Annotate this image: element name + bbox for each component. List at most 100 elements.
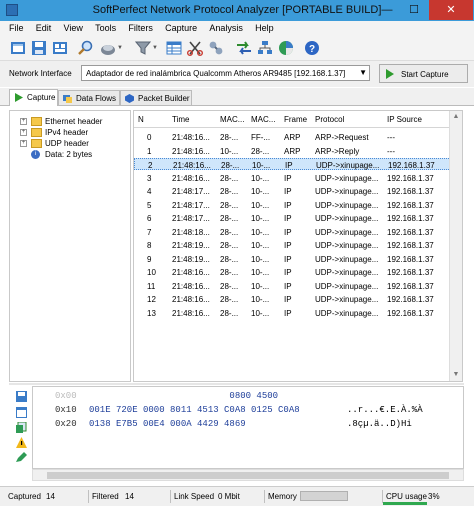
warning-icon[interactable] — [16, 437, 27, 448]
splitter[interactable] — [9, 383, 464, 385]
cell-n: 13 — [147, 308, 156, 318]
print-icon[interactable] — [100, 40, 116, 56]
table-icon[interactable] — [166, 40, 182, 56]
table-row[interactable]: 3 21:48:16... 28-... 10-... IP UDP->xinupage.… — [134, 172, 451, 184]
column-header-protocol[interactable]: Protocol — [315, 115, 344, 124]
scroll-up-icon[interactable]: ▲ — [450, 111, 462, 123]
column-header-ip-source[interactable]: IP Source — [387, 115, 422, 124]
menu-analysis[interactable]: Analysis — [204, 21, 248, 33]
cell-protocol: ARP->Reply — [315, 146, 360, 156]
memory-label: Memory — [268, 492, 297, 501]
table-row[interactable]: 0 21:48:16... 28-... FF-... ARP ARP->Request -… — [134, 131, 451, 143]
menu-capture[interactable]: Capture — [160, 21, 202, 33]
cell-mac1: 28-... — [220, 187, 239, 196]
help-icon[interactable]: ? — [304, 40, 320, 56]
menu-tools[interactable]: Tools — [90, 21, 121, 33]
cut-icon[interactable] — [187, 40, 203, 56]
table-header: N Time MAC... MAC... Frame Protocol IP S… — [134, 111, 462, 128]
scroll-thumb[interactable] — [47, 472, 449, 479]
cell-mac1: 28-... — [221, 161, 240, 170]
maximize-button[interactable]: ☐ — [401, 0, 427, 20]
menu-view[interactable]: View — [59, 21, 88, 33]
table-row[interactable]: 7 21:48:18... 28-... 10-... IP UDP->xinupage.… — [134, 226, 451, 238]
cell-protocol: UDP->xinupage... — [315, 308, 379, 318]
cell-frame: IP — [284, 200, 292, 210]
tree-item-label: Ethernet header — [45, 117, 103, 126]
table-row[interactable]: 1 21:48:16... 10-... 28-... ARP ARP->Reply --- — [134, 145, 451, 157]
data-flow-icon[interactable] — [236, 40, 252, 56]
table-row[interactable]: 4 21:48:17... 28-... 10-... IP UDP->xinupage.… — [134, 185, 451, 197]
cell-frame: IP — [284, 227, 292, 237]
open-icon[interactable] — [10, 40, 26, 56]
tab-data-flows[interactable]: Data Flows — [58, 90, 120, 105]
cell-protocol: UDP->xinupage... — [315, 200, 379, 210]
expand-icon[interactable]: + — [20, 129, 27, 136]
filter-dropdown-icon[interactable]: ▼ — [152, 45, 158, 51]
hex-dump-pane[interactable]: 0x00 0800 4500 0x10 001E 720E 0000 8011 … — [32, 386, 464, 469]
menu-file[interactable]: File — [0, 21, 29, 33]
tab-packet-builder[interactable]: Packet Builder — [120, 90, 192, 105]
tree-item-label: UDP header — [45, 139, 89, 148]
horizontal-scrollbar[interactable] — [32, 469, 464, 481]
tab-bar: Capture Data Flows Packet Builder — [0, 88, 474, 106]
table-row[interactable]: 2 21:48:16... 28-... 10-... IP UDP->xinupage.… — [134, 158, 451, 170]
print-dropdown-icon[interactable]: ▼ — [117, 45, 123, 51]
captured-label: Captured — [8, 492, 41, 501]
cell-protocol: UDP->xinupage... — [316, 161, 380, 170]
cell-mac2: 10-... — [251, 308, 270, 318]
start-capture-button[interactable]: Start Capture — [379, 64, 468, 83]
column-header-mac-dst[interactable]: MAC... — [251, 115, 275, 124]
expand-icon[interactable]: + — [20, 118, 27, 125]
vertical-scrollbar[interactable]: ▲ ▼ — [449, 111, 462, 381]
packet-table: N Time MAC... MAC... Frame Protocol IP S… — [133, 110, 463, 382]
close-button[interactable]: ✕ — [429, 0, 473, 20]
cell-time: 21:48:16... — [173, 161, 211, 170]
menu-edit[interactable]: Edit — [31, 21, 57, 33]
hex-bytes: 0138 E7B5 00E4 000A 4429 4869 — [89, 419, 246, 429]
table-row[interactable]: 10 21:48:16... 28-... 10-... IP UDP->xinupage… — [134, 266, 451, 278]
find-icon[interactable] — [77, 40, 93, 56]
cell-frame: IP — [284, 308, 292, 318]
table-row[interactable]: 6 21:48:17... 28-... 10-... IP UDP->xinupage.… — [134, 212, 451, 224]
expand-icon[interactable]: + — [20, 140, 27, 147]
cell-mac1: 28-... — [220, 295, 239, 304]
table-row[interactable]: 13 21:48:16... 28-... 10-... IP UDP->xinupage… — [134, 307, 451, 319]
cell-mac1: 28-... — [220, 254, 239, 264]
table-row[interactable]: 8 21:48:19... 28-... 10-... IP UDP->xinupage.… — [134, 239, 451, 251]
cell-mac2: 10-... — [251, 227, 270, 237]
tree-item-label: IPv4 header — [45, 128, 89, 137]
window-icon[interactable] — [16, 407, 27, 418]
minimize-button[interactable]: — — [374, 0, 400, 20]
tree-item-label: Data: 2 bytes — [45, 150, 93, 159]
network-icon[interactable] — [257, 40, 273, 56]
save-icon[interactable] — [31, 40, 47, 56]
table-row[interactable]: 9 21:48:19... 28-... 10-... IP UDP->xinupage.… — [134, 253, 451, 265]
cell-ip: 192.168.1.37 — [387, 295, 434, 304]
network-interface-select[interactable]: Adaptador de red inalámbrica Qualcomm At… — [81, 65, 370, 81]
hex-offset: 0x10 — [55, 405, 77, 415]
cell-protocol: UDP->xinupage... — [315, 295, 379, 304]
tab-capture[interactable]: Capture — [9, 89, 58, 106]
scroll-down-icon[interactable]: ▼ — [450, 369, 462, 381]
menu-help[interactable]: Help — [250, 21, 279, 33]
cell-n: 0 — [147, 133, 152, 142]
statistics-icon[interactable] — [278, 40, 294, 56]
export-icon[interactable] — [52, 40, 68, 56]
copy-icon[interactable] — [16, 422, 27, 433]
edit-icon[interactable] — [16, 452, 27, 463]
column-header-frame[interactable]: Frame — [284, 115, 307, 124]
filter-icon[interactable] — [135, 40, 151, 56]
save-icon[interactable] — [16, 391, 27, 402]
table-row[interactable]: 5 21:48:17... 28-... 10-... IP UDP->xinupage.… — [134, 199, 451, 211]
cell-ip: 192.168.1.37 — [387, 281, 434, 291]
menu-filters[interactable]: Filters — [123, 21, 158, 33]
table-row[interactable]: 11 21:48:16... 28-... 10-... IP UDP->xinupage… — [134, 280, 451, 292]
column-header-time[interactable]: Time — [172, 115, 189, 124]
cell-time: 21:48:16... — [172, 173, 210, 183]
chevron-down-icon[interactable]: ▼ — [359, 68, 367, 77]
table-row[interactable]: 12 21:48:16... 28-... 10-... IP UDP->xinupage… — [134, 293, 451, 305]
decode-icon[interactable] — [208, 40, 224, 56]
column-header-n[interactable]: N — [138, 115, 144, 124]
cell-time: 21:48:17... — [172, 187, 210, 196]
column-header-mac-src[interactable]: MAC... — [220, 115, 244, 124]
